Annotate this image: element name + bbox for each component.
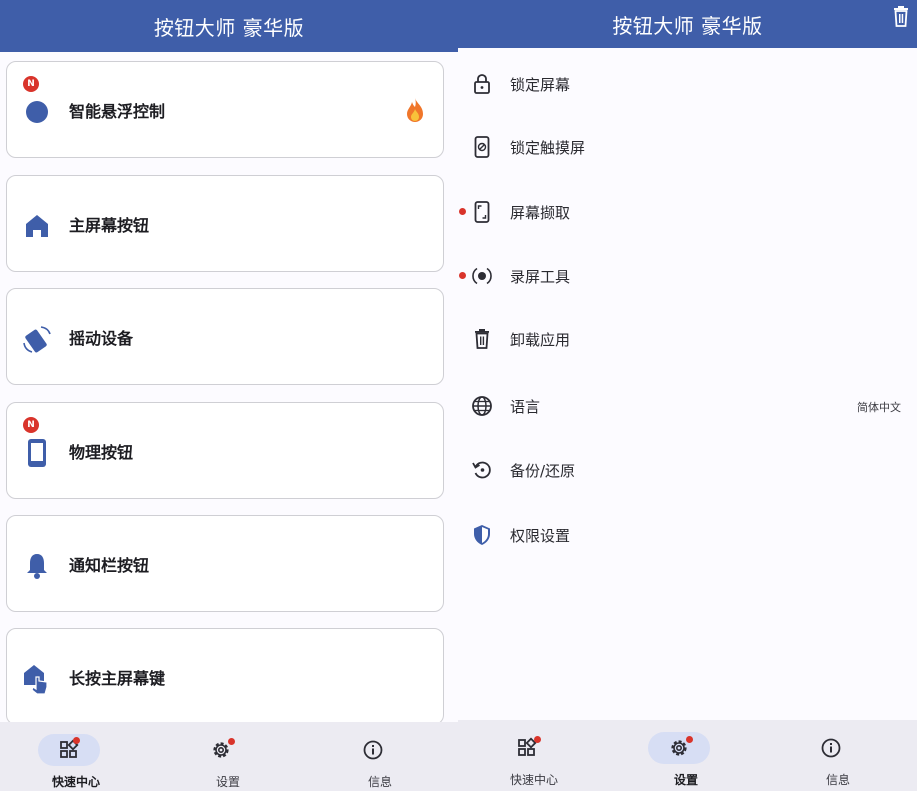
restore-icon <box>471 459 493 481</box>
setting-language[interactable]: 语言 简体中文 <box>458 386 917 426</box>
setting-backup-restore[interactable]: 备份/还原 <box>458 450 917 490</box>
app-title: 按钮大师 豪华版 <box>612 13 763 38</box>
language-value: 简体中文 <box>857 401 901 414</box>
card-label: 智能悬浮控制 <box>69 102 166 121</box>
setting-label: 锁定触摸屏 <box>510 139 586 157</box>
setting-uninstall-app[interactable]: 卸载应用 <box>458 319 917 359</box>
bell-icon <box>21 550 53 582</box>
setting-permissions[interactable]: 权限设置 <box>458 515 917 555</box>
nav-quick-center[interactable]: 快速中心 <box>0 722 152 791</box>
floating-ball-icon <box>21 96 53 128</box>
screenshot-icon <box>471 201 493 223</box>
bottom-navigation: 快速中心 设置 信息 <box>458 720 917 791</box>
notification-dot <box>73 737 80 744</box>
card-notification-bar-button[interactable]: 通知栏按钮 <box>6 515 444 612</box>
quick-center-screen: 按钮大师 豪华版 N 智能悬浮控制 主屏幕按钮 摇动设备 N 物理按钮 通知栏按… <box>0 0 458 791</box>
setting-screen-recorder[interactable]: 录屏工具 <box>458 256 917 296</box>
app-title: 按钮大师 豪华版 <box>153 15 305 40</box>
setting-label: 锁定屏幕 <box>510 76 571 94</box>
card-physical-button[interactable]: N 物理按钮 <box>6 402 444 499</box>
nav-icon-holder <box>496 732 558 764</box>
nav-label: 快速中心 <box>509 773 558 787</box>
lock-icon <box>471 73 493 95</box>
setting-screenshot[interactable]: 屏幕撷取 <box>458 192 917 232</box>
nav-active-indicator <box>648 732 710 764</box>
app-bar: 按钮大师 豪华版 <box>458 0 917 48</box>
setting-label: 权限设置 <box>510 527 571 545</box>
notification-dot <box>534 736 541 743</box>
nav-label: 设置 <box>673 773 698 787</box>
card-label: 物理按钮 <box>69 443 134 462</box>
setting-label: 语言 <box>510 398 541 416</box>
trash-icon <box>471 328 493 350</box>
info-icon <box>363 740 383 760</box>
card-label: 长按主屏幕键 <box>69 669 166 688</box>
card-long-press-home[interactable]: 长按主屏幕键 <box>6 628 444 725</box>
globe-icon <box>471 395 493 417</box>
notification-dot <box>228 738 235 745</box>
setting-label: 备份/还原 <box>510 462 576 480</box>
nav-settings[interactable]: 设置 <box>152 722 304 791</box>
shield-icon <box>471 524 493 546</box>
notification-dot <box>459 272 466 279</box>
nav-label: 信息 <box>825 773 850 787</box>
notification-dot <box>686 736 693 743</box>
nav-info[interactable]: 信息 <box>762 720 914 791</box>
card-label: 通知栏按钮 <box>69 556 150 575</box>
phone-icon <box>21 437 53 469</box>
touch-lock-icon <box>471 136 493 158</box>
nav-label: 设置 <box>215 775 240 789</box>
nav-settings[interactable]: 设置 <box>610 720 762 791</box>
bottom-navigation: 快速中心 设置 信息 <box>0 722 458 791</box>
nav-quick-center[interactable]: 快速中心 <box>458 720 610 791</box>
card-home-screen-button[interactable]: 主屏幕按钮 <box>6 175 444 272</box>
home-touch-icon <box>21 663 53 695</box>
settings-screen: 按钮大师 豪华版 锁定屏幕 锁定触摸屏 屏幕撷取 录屏工具 卸载应用 语言 简体… <box>458 0 917 791</box>
record-icon <box>471 265 493 287</box>
setting-lock-touchscreen[interactable]: 锁定触摸屏 <box>458 127 917 167</box>
new-badge: N <box>23 417 39 433</box>
trash-icon[interactable] <box>891 6 911 28</box>
nav-icon-holder <box>342 734 404 766</box>
nav-icon-holder <box>800 732 862 764</box>
card-label: 主屏幕按钮 <box>69 216 150 235</box>
info-icon <box>821 738 841 758</box>
nav-label: 信息 <box>367 775 392 789</box>
nav-label: 快速中心 <box>51 775 100 789</box>
card-label: 摇动设备 <box>69 329 134 348</box>
fire-icon <box>403 96 427 124</box>
setting-lock-screen[interactable]: 锁定屏幕 <box>458 64 917 104</box>
setting-label: 录屏工具 <box>510 268 571 286</box>
shake-device-icon <box>21 323 53 355</box>
setting-label: 卸载应用 <box>510 331 571 349</box>
nav-info[interactable]: 信息 <box>304 722 456 791</box>
setting-label: 屏幕撷取 <box>510 204 571 222</box>
new-badge: N <box>23 76 39 92</box>
nav-icon-holder <box>190 734 252 766</box>
notification-dot <box>459 208 466 215</box>
card-shake-device[interactable]: 摇动设备 <box>6 288 444 385</box>
card-smart-floating-control[interactable]: N 智能悬浮控制 <box>6 61 444 158</box>
app-bar: 按钮大师 豪华版 <box>0 0 458 52</box>
home-icon <box>21 210 53 242</box>
nav-active-indicator <box>38 734 100 766</box>
